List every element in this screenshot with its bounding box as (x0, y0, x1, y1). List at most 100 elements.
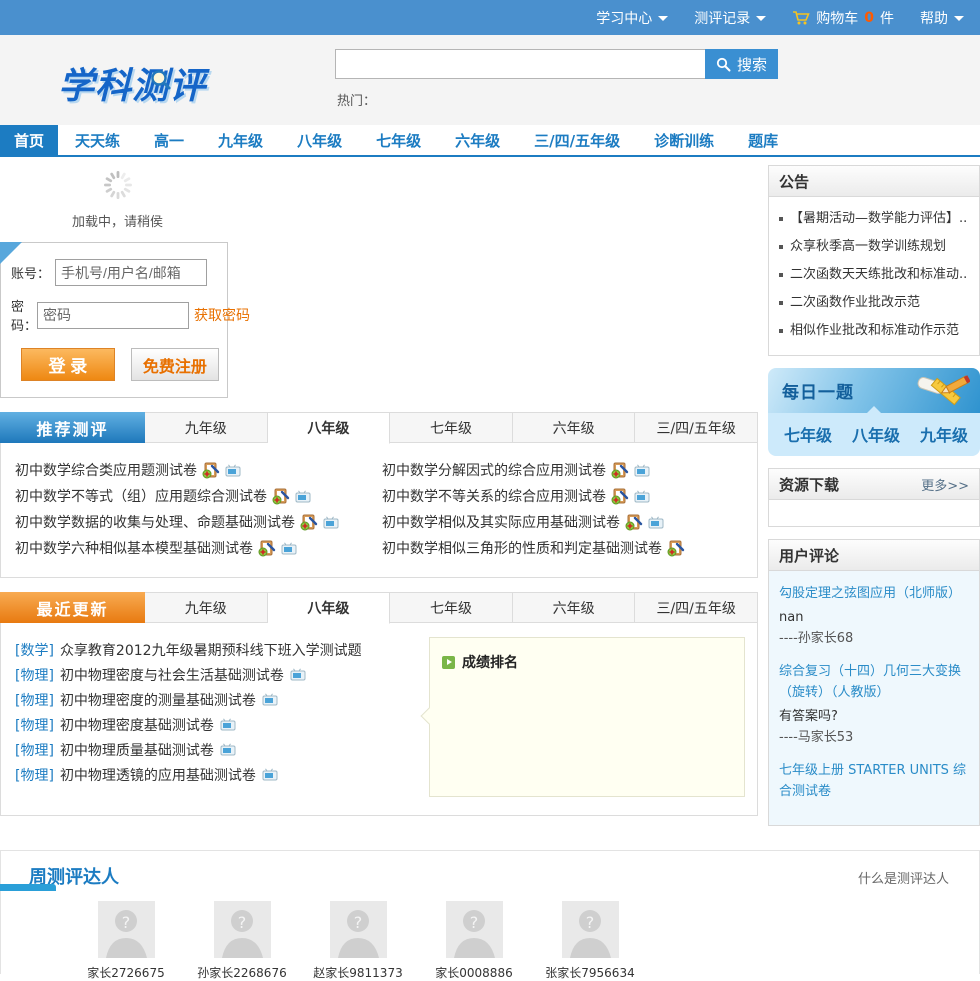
video-icon[interactable] (648, 516, 664, 529)
clipboard-add-icon[interactable] (258, 539, 276, 557)
test-link[interactable]: 初中物理透镜的应用基础测试卷 (60, 765, 256, 785)
site-logo[interactable]: 学科测评 (58, 57, 206, 109)
daily-question-title[interactable]: 每日一题 (782, 378, 854, 403)
recommended-tab-grade7[interactable]: 七年级 (390, 412, 513, 443)
account-field[interactable] (55, 259, 207, 286)
test-link[interactable]: 初中物理密度与社会生活基础测试卷 (60, 665, 284, 685)
loading-text: 加载中，请稍侯 (71, 215, 163, 230)
nav-item-grade10[interactable]: 高一 (137, 125, 201, 155)
record-menu[interactable]: 测评记录 (694, 8, 767, 28)
video-icon[interactable] (634, 464, 650, 477)
master-user[interactable]: ? 家长2726675 (81, 901, 171, 981)
comment-test-link[interactable]: 勾股定理之弦图应用（北师版） (779, 583, 969, 604)
test-link[interactable]: 初中数学综合类应用题测试卷 (15, 460, 197, 480)
master-user[interactable]: ? 张家长7956634 (545, 901, 635, 981)
nav-item-daily-practice[interactable]: 天天练 (58, 125, 137, 155)
test-link[interactable]: 初中数学六种相似基本模型基础测试卷 (15, 538, 253, 558)
recent-item: [数学] 众享教育2012九年级暑期预科线下班入学测试题 (15, 637, 415, 662)
daily-tab-grade8[interactable]: 八年级 (852, 422, 900, 446)
recent-tab-grade345[interactable]: 三/四/五年级 (635, 592, 758, 623)
what-is-master-link[interactable]: 什么是测评达人 (858, 868, 949, 887)
clipboard-add-icon[interactable] (625, 513, 643, 531)
daily-tab-grade9[interactable]: 九年级 (920, 422, 968, 446)
clipboard-add-icon[interactable] (611, 461, 629, 479)
announcement-link[interactable]: 众享秋季高一数学训练规划 (779, 233, 971, 261)
comment-test-link[interactable]: 综合复习（十四）几何三大变换（旋转）（人教版） (779, 661, 969, 703)
nav-item-grade6[interactable]: 六年级 (438, 125, 517, 155)
video-icon[interactable] (220, 743, 236, 756)
search-button[interactable]: 搜索 (705, 49, 778, 79)
recommended-tab-grade9[interactable]: 九年级 (145, 412, 268, 443)
video-icon[interactable] (323, 516, 339, 529)
test-link[interactable]: 初中物理密度基础测试卷 (60, 715, 214, 735)
nav-item-grade9[interactable]: 九年级 (201, 125, 280, 155)
test-link[interactable]: 初中数学数据的收集与处理、命题基础测试卷 (15, 512, 295, 532)
video-icon[interactable] (290, 668, 306, 681)
subject-tag[interactable]: [物理] (15, 690, 54, 710)
more-link[interactable]: 更多>> (921, 475, 969, 494)
register-button[interactable]: 免费注册 (130, 348, 219, 381)
nav-item-grade8[interactable]: 八年级 (280, 125, 359, 155)
login-button[interactable]: 登 录 (21, 348, 115, 381)
test-link[interactable]: 初中数学相似三角形的性质和判定基础测试卷 (382, 538, 662, 558)
subject-tag[interactable]: [物理] (15, 740, 54, 760)
nav-item-home[interactable]: 首页 (0, 125, 59, 155)
search-button-label: 搜索 (736, 56, 767, 74)
video-icon[interactable] (281, 542, 297, 555)
recommended-tab-grade6[interactable]: 六年级 (512, 412, 636, 443)
learning-center-menu[interactable]: 学习中心 (596, 8, 669, 28)
subject-tag[interactable]: [物理] (15, 765, 54, 785)
nav-item-diagnosis[interactable]: 诊断训练 (637, 125, 731, 155)
comment-author: ----孙家长68 (779, 631, 854, 646)
master-name: 赵家长9811373 (313, 966, 403, 980)
test-link[interactable]: 初中数学相似及其实际应用基础测试卷 (382, 512, 620, 532)
test-link[interactable]: 初中数学不等关系的综合应用测试卷 (382, 486, 606, 506)
master-user[interactable]: ? 赵家长9811373 (313, 901, 403, 981)
video-icon[interactable] (295, 490, 311, 503)
recommended-tab-grade345[interactable]: 三/四/五年级 (635, 412, 758, 443)
cart-link[interactable]: 购物车 0 件 (792, 8, 894, 28)
subject-tag[interactable]: [物理] (15, 665, 54, 685)
clipboard-add-icon[interactable] (202, 461, 220, 479)
magnifier-icon (150, 59, 172, 100)
recommended-tab-grade8[interactable]: 八年级 (267, 412, 391, 444)
video-icon[interactable] (220, 718, 236, 731)
nav-item-grade7[interactable]: 七年级 (359, 125, 438, 155)
recent-tab-grade9[interactable]: 九年级 (145, 592, 268, 623)
video-icon[interactable] (262, 693, 278, 706)
announcement-link[interactable]: 二次函数作业批改示范 (779, 289, 971, 317)
chevron-down-icon (756, 16, 767, 21)
daily-tab-grade7[interactable]: 七年级 (784, 422, 832, 446)
get-password-link[interactable]: 获取密码 (194, 305, 250, 325)
master-user[interactable]: ? 孙家长2268676 (197, 901, 287, 981)
clipboard-add-icon[interactable] (611, 487, 629, 505)
test-link[interactable]: 初中物理质量基础测试卷 (60, 740, 214, 760)
square-bullet-icon (779, 301, 783, 305)
clipboard-add-icon[interactable] (300, 513, 318, 531)
subject-tag[interactable]: [数学] (15, 640, 54, 660)
announcement-link[interactable]: 相似作业批改和标准动作示范 (779, 317, 971, 345)
recent-tab-grade7[interactable]: 七年级 (390, 592, 513, 623)
search-input[interactable] (335, 49, 705, 79)
subject-tag[interactable]: [物理] (15, 715, 54, 735)
nav-item-grade345[interactable]: 三/四/五年级 (517, 125, 637, 155)
test-link[interactable]: 初中数学分解因式的综合应用测试卷 (382, 460, 606, 480)
announcement-link[interactable]: 【暑期活动—数学能力评估】.. (779, 205, 971, 233)
video-icon[interactable] (262, 768, 278, 781)
password-field[interactable] (37, 301, 189, 329)
announcement-link[interactable]: 二次函数天天练批改和标准动.. (779, 261, 971, 289)
test-link[interactable]: 初中数学不等式（组）应用题综合测试卷 (15, 486, 267, 506)
video-icon[interactable] (634, 490, 650, 503)
comment-test-link[interactable]: 七年级上册 STARTER UNITS 综合测试卷 (779, 760, 969, 802)
video-icon[interactable] (225, 464, 241, 477)
recent-tab-grade8[interactable]: 八年级 (267, 592, 391, 624)
clipboard-add-icon[interactable] (667, 539, 685, 557)
test-link[interactable]: 众享教育2012九年级暑期预科线下班入学测试题 (60, 640, 362, 660)
test-link[interactable]: 初中物理密度的测量基础测试卷 (60, 690, 256, 710)
nav-item-question-bank[interactable]: 题库 (731, 125, 795, 155)
master-user[interactable]: ? 家长0008886 (429, 901, 519, 981)
help-menu[interactable]: 帮助 (920, 8, 964, 28)
recent-tab-grade6[interactable]: 六年级 (512, 592, 636, 623)
clipboard-add-icon[interactable] (272, 487, 290, 505)
cart-icon (792, 10, 810, 26)
